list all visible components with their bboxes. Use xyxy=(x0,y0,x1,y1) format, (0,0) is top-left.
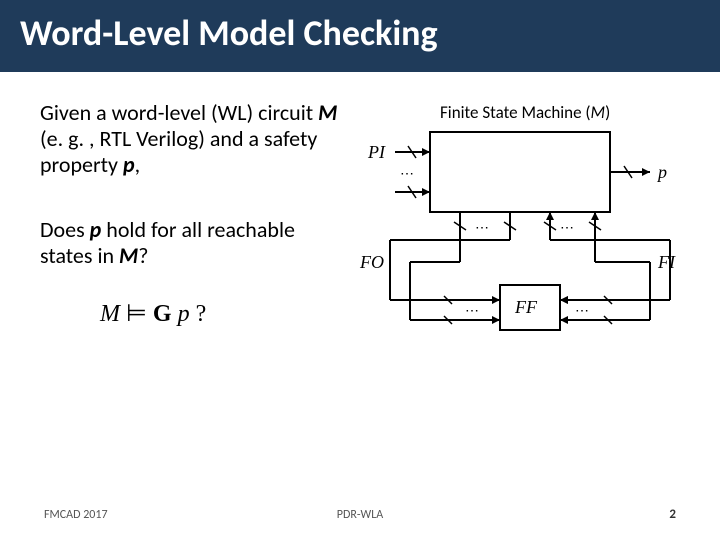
diagram-column: Finite State Machine (M) PI ⋯ p xyxy=(350,100,700,365)
text-column: Given a word-level (WL) circuit M (e. g.… xyxy=(40,100,340,365)
models-symbol: ⊨ xyxy=(126,301,147,327)
page-number: 2 xyxy=(669,507,676,522)
arrowhead-icon xyxy=(591,212,599,220)
diagram-title: Finite State Machine (M) xyxy=(440,102,610,123)
label-PI: PI xyxy=(367,142,386,162)
slide-title: Word-Level Model Checking xyxy=(0,0,720,72)
var-M: M xyxy=(119,242,138,269)
slide-body: Given a word-level (WL) circuit M (e. g.… xyxy=(0,72,720,365)
label-FF: FF xyxy=(514,297,538,317)
dots-icon: ⋯ xyxy=(465,304,479,319)
formula-qmark: ? xyxy=(196,301,207,327)
dots-icon: ⋯ xyxy=(560,221,574,236)
footer-center: PDR-WLA xyxy=(337,508,383,522)
main-box xyxy=(430,132,610,212)
arrowhead-icon xyxy=(560,316,568,324)
dots-icon: ⋯ xyxy=(400,167,414,182)
arrowhead-icon xyxy=(560,296,568,304)
formula-G: G xyxy=(153,301,172,327)
paragraph-1: Given a word-level (WL) circuit M (e. g.… xyxy=(40,100,340,178)
var-p: p xyxy=(90,216,102,243)
text: , xyxy=(135,151,141,178)
dots-icon: ⋯ xyxy=(575,304,589,319)
formula-p: p xyxy=(178,301,190,327)
text: ? xyxy=(138,242,148,269)
label-FO: FO xyxy=(359,252,384,272)
arrowhead-icon xyxy=(422,188,430,196)
arrowhead-icon xyxy=(492,316,500,324)
footer-left: FMCAD 2017 xyxy=(44,508,108,522)
formula-M: M xyxy=(100,301,120,327)
fsm-diagram: Finite State Machine (M) PI ⋯ p xyxy=(350,100,690,360)
text: Does xyxy=(40,216,90,243)
label-FI: FI xyxy=(657,252,676,272)
text: Given a word-level (WL) circuit xyxy=(40,99,318,126)
var-M: M xyxy=(318,99,337,126)
text: (e. g. , RTL Verilog) and a safety prope… xyxy=(40,125,317,178)
dots-icon: ⋯ xyxy=(475,221,489,236)
arrowhead-icon xyxy=(492,296,500,304)
slide-footer: FMCAD 2017 PDR-WLA 2 xyxy=(0,507,720,522)
var-p: p xyxy=(123,151,135,178)
slide: Word-Level Model Checking Given a word-l… xyxy=(0,0,720,540)
arrowhead-icon xyxy=(422,148,430,156)
paragraph-2: Does p hold for all reachable states in … xyxy=(40,217,340,269)
label-p: p xyxy=(656,162,667,182)
formula: M ⊨ G p ? xyxy=(100,299,340,328)
arrowhead-icon xyxy=(642,168,650,176)
arrowhead-icon xyxy=(546,212,554,220)
